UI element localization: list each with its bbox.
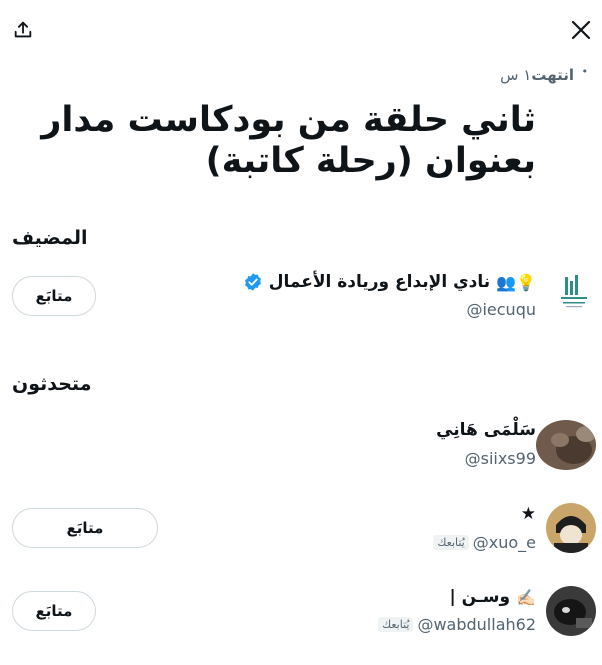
host-avatar[interactable] <box>552 271 596 315</box>
speaker-name-row: ✍🏻 وسـن | <box>450 587 536 607</box>
host-name: نادي الإبداع وريادة الأعمال <box>268 272 491 292</box>
speaker-avatar[interactable] <box>546 503 596 553</box>
status-ended-label: انتهت <box>531 66 574 84</box>
host-handle: @iecuqu <box>466 300 536 319</box>
follows-you-badge: يُتابعك <box>433 535 469 550</box>
speaker-handle: @xuo_e <box>472 533 536 552</box>
status-time: ١ س <box>500 66 532 84</box>
speaker-handle: @siixs99 <box>464 449 536 468</box>
follows-you-badge: يُتابعك <box>378 617 414 632</box>
speakers-section-label: متحدثون <box>12 373 92 395</box>
speaker-avatar[interactable] <box>546 586 596 636</box>
speaker-name: ★ <box>520 504 536 524</box>
speaker-handle-row: يُتابعك @wabdullah62 <box>378 615 536 634</box>
share-upload-icon[interactable] <box>9 16 37 44</box>
space-title: ثاني حلقة من بودكاست مدار بعنوان (رحلة ك… <box>41 100 536 181</box>
speaker-handle-row: يُتابعك @xuo_e <box>433 533 536 552</box>
host-section-label: المضيف <box>12 227 88 249</box>
host-emoji: 💡👥 <box>496 272 536 292</box>
close-x-icon[interactable] <box>567 16 595 44</box>
speaker-follow-button[interactable]: متابَع <box>12 591 96 631</box>
verified-badge-icon <box>244 273 261 291</box>
speaker-handle: @wabdullah62 <box>417 615 536 634</box>
host-follow-button[interactable]: متابَع <box>12 276 96 316</box>
speaker-emoji: ✍🏻 <box>516 587 536 607</box>
status-dot: • <box>581 65 589 78</box>
space-status: • انتهت١ س <box>500 65 588 84</box>
speaker-follow-button[interactable]: متابَع <box>12 508 158 548</box>
speaker-name: وسـن | <box>449 587 511 607</box>
speaker-name: سَلْمَى هَانِي <box>436 420 536 440</box>
host-name-row: 💡👥 نادي الإبداع وريادة الأعمال <box>243 272 536 292</box>
speaker-avatar[interactable] <box>536 420 596 470</box>
